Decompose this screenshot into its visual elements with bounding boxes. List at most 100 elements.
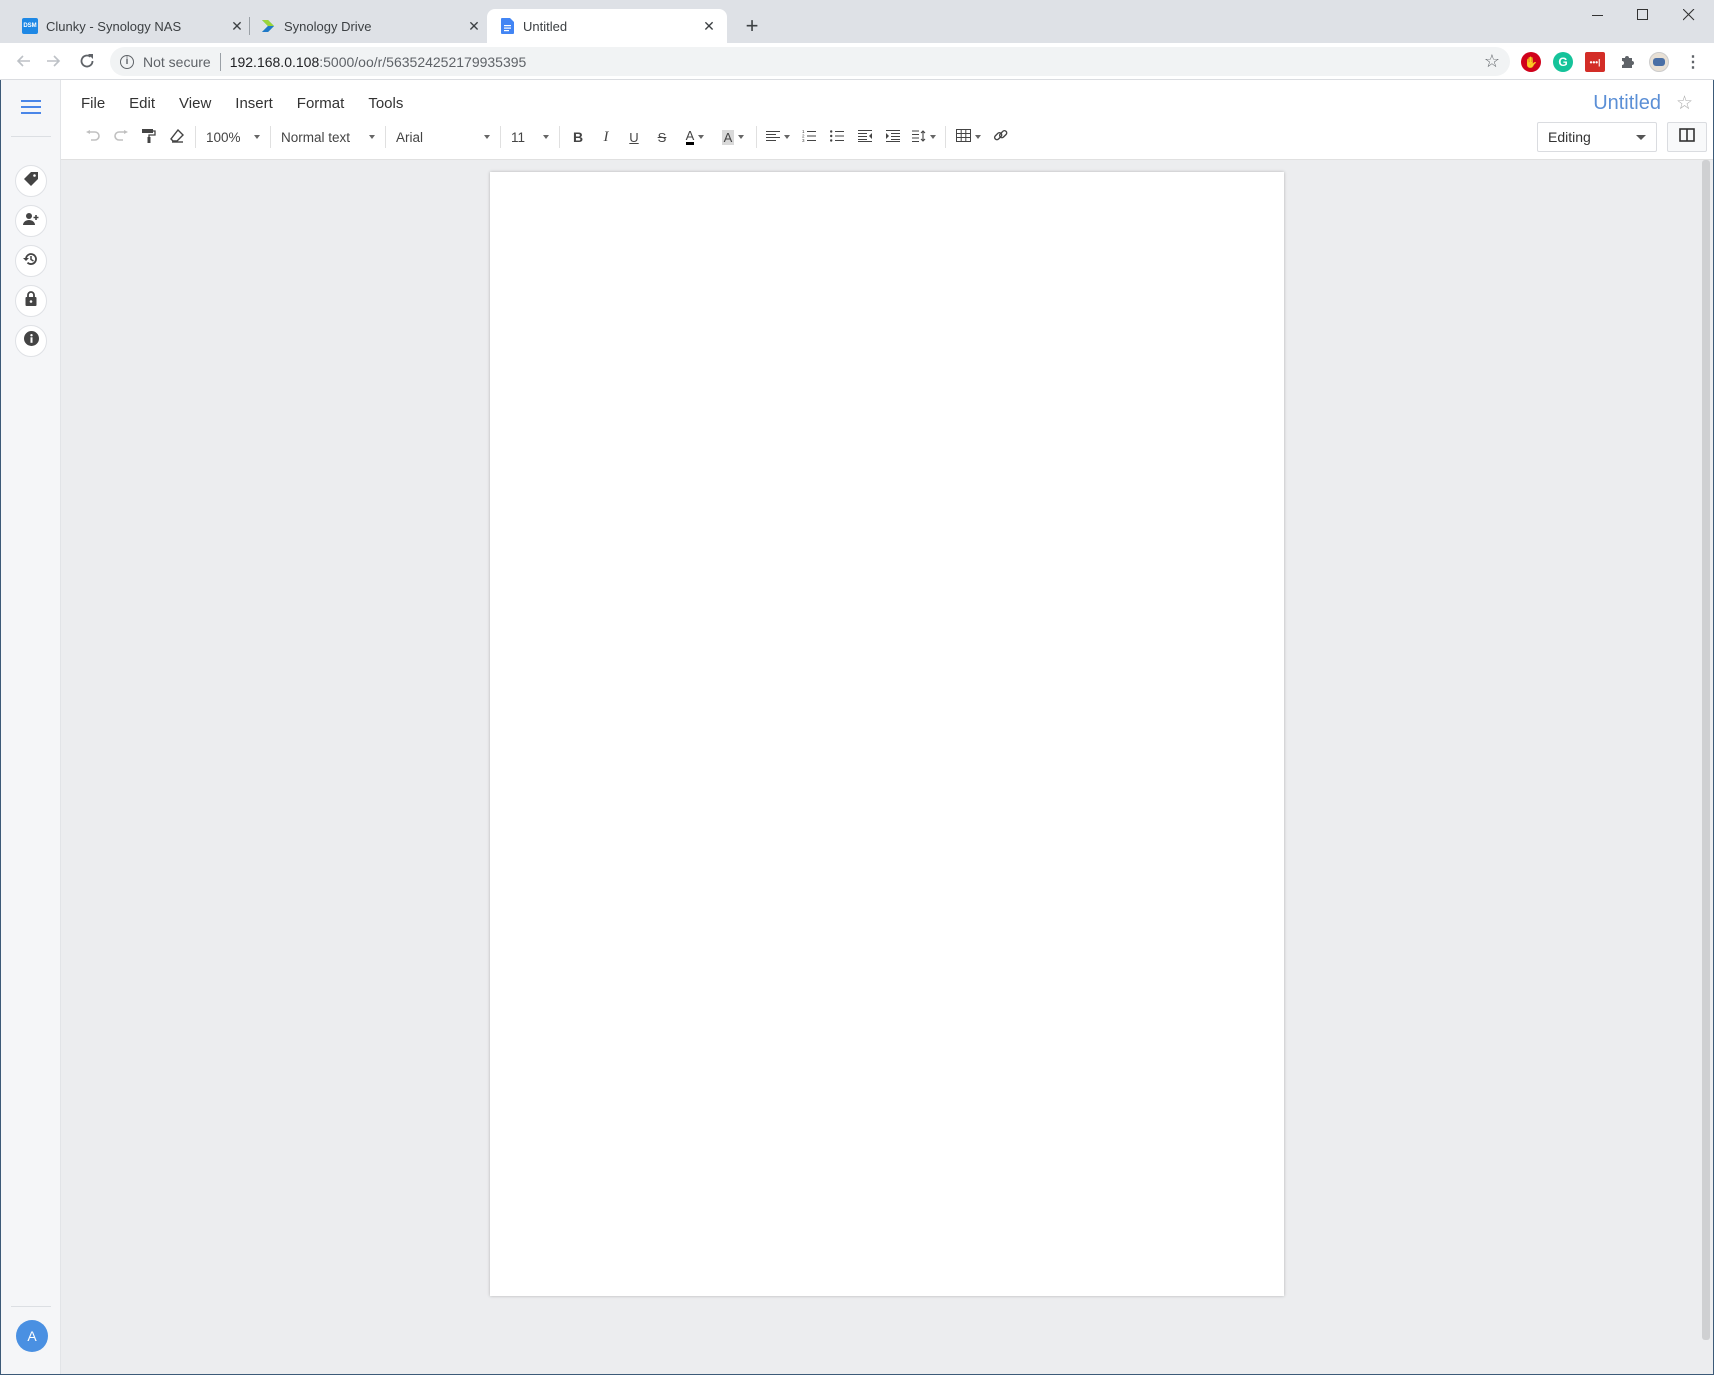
menu-bar: File Edit View Insert Format Tools — [81, 95, 427, 112]
align-button[interactable] — [761, 123, 795, 151]
lock-icon — [25, 291, 37, 311]
side-panel-icon — [1679, 127, 1695, 147]
link-icon — [993, 128, 1008, 146]
increase-indent-button[interactable] — [879, 123, 907, 151]
clear-formatting-button[interactable] — [163, 123, 191, 151]
menu-view[interactable]: View — [179, 95, 211, 112]
close-tab-icon[interactable]: ✕ — [229, 18, 245, 34]
url-host: 192.168.0.108 — [229, 53, 320, 70]
lastpass-icon[interactable]: •••| — [1585, 52, 1605, 72]
maximize-button[interactable] — [1620, 0, 1666, 30]
vertical-scrollbar[interactable] — [1702, 160, 1710, 1340]
chevron-down-icon — [369, 135, 375, 139]
svg-text:3: 3 — [802, 138, 805, 142]
close-tab-icon[interactable]: ✕ — [466, 18, 482, 34]
profile-avatar-icon[interactable] — [1649, 52, 1669, 72]
underline-button[interactable]: U — [620, 123, 648, 151]
insert-link-button[interactable] — [986, 123, 1014, 151]
redo-button[interactable] — [107, 123, 135, 151]
hamburger-icon[interactable] — [21, 100, 41, 114]
tab-untitled[interactable]: Untitled ✕ — [487, 9, 727, 43]
bookmark-star-icon[interactable]: ☆ — [1484, 51, 1500, 72]
italic-button[interactable]: I — [592, 123, 620, 151]
info-icon[interactable]: i — [120, 54, 134, 69]
zoom-select[interactable]: 100% — [200, 123, 266, 151]
star-icon[interactable]: ☆ — [1676, 92, 1693, 115]
sidebar-item-share[interactable] — [15, 205, 47, 237]
font-size-select[interactable]: 11 — [505, 123, 555, 151]
close-tab-icon[interactable]: ✕ — [701, 18, 717, 34]
menu-edit[interactable]: Edit — [129, 95, 155, 112]
sidebar-item-version-history[interactable] — [15, 245, 47, 277]
menu-file[interactable]: File — [81, 95, 105, 112]
extensions-puzzle-icon[interactable] — [1617, 52, 1637, 72]
reload-button[interactable] — [75, 49, 99, 73]
text-color-button[interactable]: A — [676, 123, 714, 151]
adblock-icon[interactable]: ✋ — [1521, 52, 1541, 72]
toolbar-divider — [500, 126, 501, 148]
font-family-select[interactable]: Arial — [390, 123, 496, 151]
address-bar[interactable]: i Not secure 192.168.0.108:5000/oo/r/563… — [110, 47, 1510, 76]
tab-strip: DSM Clunky - Synology NAS ✕ Synology Dri… — [0, 0, 1714, 43]
mode-select[interactable]: Editing — [1537, 122, 1657, 152]
chevron-down-icon — [698, 135, 705, 139]
increase-indent-icon — [886, 129, 900, 145]
highlight-icon: A — [721, 129, 735, 145]
close-window-button[interactable] — [1666, 0, 1712, 30]
menu-insert[interactable]: Insert — [235, 95, 273, 112]
tab-title: Clunky - Synology NAS — [46, 18, 182, 34]
security-label[interactable]: Not secure — [143, 54, 211, 70]
tab-synology-nas[interactable]: DSM Clunky - Synology NAS ✕ — [20, 9, 245, 43]
minimize-button[interactable] — [1575, 0, 1621, 30]
browser-menu-icon[interactable]: ⋮ — [1683, 52, 1703, 72]
toggle-side-panel-button[interactable] — [1667, 122, 1707, 152]
size-value: 11 — [511, 129, 526, 145]
decrease-indent-icon — [858, 129, 872, 145]
line-spacing-button[interactable] — [907, 123, 941, 151]
grammarly-icon[interactable]: G — [1553, 52, 1573, 72]
new-tab-button[interactable]: + — [738, 12, 766, 40]
toolbar-divider — [756, 126, 757, 148]
sidebar-divider — [11, 136, 51, 137]
highlight-color-button[interactable]: A — [714, 123, 752, 151]
decrease-indent-button[interactable] — [851, 123, 879, 151]
user-avatar[interactable]: A — [16, 1320, 48, 1352]
chevron-down-icon — [738, 135, 745, 139]
chevron-down-icon — [543, 135, 549, 139]
sidebar-item-info[interactable] — [15, 325, 47, 357]
document-canvas — [61, 160, 1713, 1374]
bulleted-list-button[interactable] — [823, 123, 851, 151]
back-button[interactable] — [11, 49, 35, 73]
redo-icon — [114, 129, 128, 145]
editor-header: File Edit View Insert Format Tools Untit… — [61, 80, 1713, 160]
insert-table-button[interactable] — [950, 123, 986, 151]
text-color-icon: A — [685, 128, 695, 145]
zoom-value: 100% — [206, 129, 241, 145]
forward-button[interactable] — [42, 49, 66, 73]
tab-title: Synology Drive — [284, 18, 372, 34]
strikethrough-button[interactable]: S — [648, 123, 676, 151]
paint-format-button[interactable] — [135, 123, 163, 151]
sidebar-item-labels[interactable] — [15, 165, 47, 197]
paragraph-style-select[interactable]: Normal text — [275, 123, 381, 151]
style-value: Normal text — [281, 129, 351, 145]
menu-format[interactable]: Format — [297, 95, 345, 112]
bold-button[interactable]: B — [564, 123, 592, 151]
sidebar: A — [1, 80, 61, 1374]
chevron-down-icon — [974, 135, 981, 139]
document-title[interactable]: Untitled — [1593, 92, 1661, 115]
history-icon — [23, 251, 39, 272]
sidebar-item-lock[interactable] — [15, 285, 47, 317]
paint-roller-icon — [142, 128, 156, 146]
numbered-list-button[interactable]: 123 — [795, 123, 823, 151]
omnibox-divider — [219, 52, 221, 71]
toolbar-divider — [195, 126, 196, 148]
sidebar-divider — [11, 1306, 51, 1307]
tab-synology-drive[interactable]: Synology Drive ✕ — [260, 9, 482, 43]
info-icon — [23, 331, 39, 351]
menu-tools[interactable]: Tools — [368, 95, 403, 112]
formatting-toolbar: 100% Normal text Arial 11 B I U S A A 12… — [79, 123, 1014, 151]
undo-button[interactable] — [79, 123, 107, 151]
document-page[interactable] — [490, 172, 1284, 1296]
align-left-icon — [766, 130, 780, 145]
